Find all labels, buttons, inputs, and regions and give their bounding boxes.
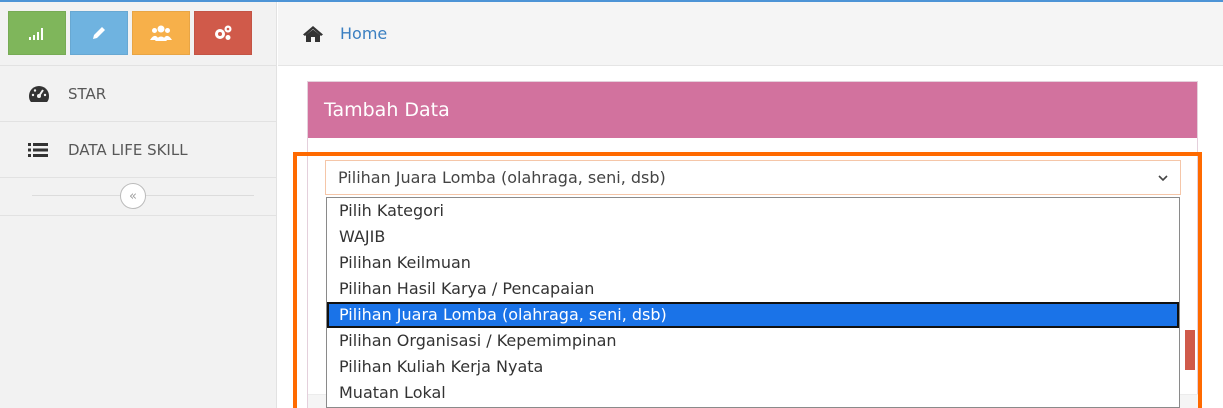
select-option[interactable]: Pilihan Organisasi / Kepemimpinan	[327, 328, 1179, 354]
home-icon	[302, 25, 324, 43]
double-chevron-left-icon: «	[129, 188, 137, 204]
submit-button[interactable]	[1185, 330, 1195, 370]
category-options-list[interactable]: Pilih Kategori WAJIB Pilihan Keilmuan Pi…	[326, 197, 1180, 408]
list-icon	[28, 142, 52, 158]
select-option[interactable]: Pilih Kategori	[327, 198, 1179, 224]
cogs-icon	[213, 24, 233, 42]
select-option-selected[interactable]: Pilihan Juara Lomba (olahraga, seni, dsb…	[327, 302, 1179, 328]
sidebar-item-data-life-skill[interactable]: DATA LIFE SKILL	[0, 122, 276, 178]
shortcut-settings-button[interactable]	[194, 11, 252, 55]
category-select[interactable]: Pilihan Juara Lomba (olahraga, seni, dsb…	[325, 160, 1181, 195]
select-option[interactable]: Pilihan Kuliah Kerja Nyata	[327, 354, 1179, 380]
chevron-down-icon	[1156, 170, 1170, 189]
sidebar-collapse-row: «	[0, 178, 276, 216]
sidebar-collapse-button[interactable]: «	[120, 183, 146, 209]
sidebar-item-label: STAR	[68, 84, 107, 103]
shortcut-stats-button[interactable]	[8, 11, 66, 55]
users-icon	[150, 24, 172, 42]
select-option[interactable]: Pilihan Keilmuan	[327, 250, 1179, 276]
select-option[interactable]: Muatan Lokal	[327, 380, 1179, 406]
sidebar: STAR DATA LIFE SKILL «	[0, 2, 277, 408]
dashboard-icon	[28, 84, 52, 104]
panel-title: Tambah Data	[308, 82, 1197, 138]
select-option[interactable]: WAJIB	[327, 224, 1179, 250]
breadcrumb-home-link[interactable]: Home	[340, 24, 387, 43]
sidebar-item-label: DATA LIFE SKILL	[68, 140, 188, 159]
category-select-value: Pilihan Juara Lomba (olahraga, seni, dsb…	[338, 168, 666, 187]
breadcrumb: Home	[278, 2, 1223, 66]
shortcut-users-button[interactable]	[132, 11, 190, 55]
sidebar-shortcuts	[0, 2, 276, 66]
shortcut-edit-button[interactable]	[70, 11, 128, 55]
pencil-icon	[90, 24, 108, 42]
signal-icon	[27, 26, 47, 40]
select-option[interactable]: Pilihan Hasil Karya / Pencapaian	[327, 276, 1179, 302]
sidebar-item-star[interactable]: STAR	[0, 66, 276, 122]
